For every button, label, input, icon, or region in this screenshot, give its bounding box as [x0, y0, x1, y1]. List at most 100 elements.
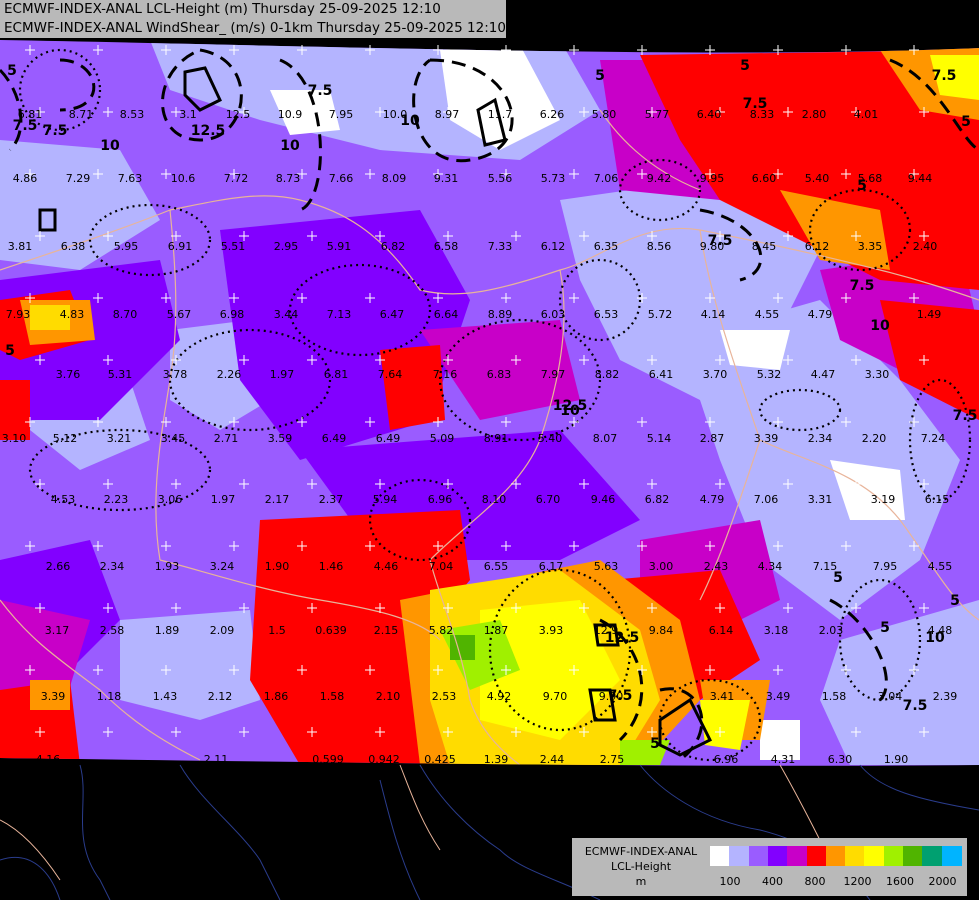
legend-tick-label: 1200 [843, 875, 872, 888]
station-value: 7.95 [873, 560, 898, 573]
station-value: 1.97 [270, 368, 295, 381]
station-value: 8.09 [382, 172, 407, 185]
station-value: 1.97 [211, 493, 236, 506]
legend-swatch [864, 846, 885, 866]
station-value: 12.9 [594, 624, 619, 637]
station-value: 0.599 [312, 753, 344, 766]
station-value: 9.84 [649, 624, 674, 637]
station-value: 4.31 [771, 753, 796, 766]
legend-tick-label: 100 [719, 875, 741, 888]
station-value: 6.40 [697, 108, 722, 121]
station-value: 2.95 [274, 240, 299, 253]
station-value: 3.00 [649, 560, 674, 573]
station-value: 6.15 [925, 493, 950, 506]
legend-line-2: LCL-Height [610, 860, 672, 873]
station-value: 7.15 [813, 560, 838, 573]
legend-swatch [710, 846, 730, 866]
station-value: 5.09 [430, 432, 455, 445]
station-value: 6.96 [714, 753, 739, 766]
station-value: 7.97 [541, 368, 566, 381]
contour-label: 10 [100, 138, 120, 154]
station-value: 4.16 [36, 753, 61, 766]
station-value: 1.39 [484, 753, 509, 766]
station-value: 5.82 [429, 624, 454, 637]
legend-swatch [787, 846, 808, 866]
station-value: 5.68 [858, 172, 883, 185]
station-value: 6.47 [380, 308, 405, 321]
station-value: 8.33 [750, 108, 775, 121]
station-value: 6.49 [376, 432, 401, 445]
legend-swatch [767, 846, 788, 866]
map-header: ECMWF-INDEX-ANAL LCL-Height (m) Thursday… [0, 0, 506, 38]
station-value: 5.80 [592, 108, 617, 121]
station-value: 3.21 [107, 432, 132, 445]
station-value: 1.89 [155, 624, 180, 637]
station-value: 6.55 [484, 560, 509, 573]
station-value: 3.10 [2, 432, 27, 445]
station-value: 2.43 [704, 560, 729, 573]
station-value: 2.09 [210, 624, 235, 637]
contour-label: 10 [870, 318, 890, 334]
station-value: 2.80 [802, 108, 827, 121]
station-value: 6.17 [539, 560, 564, 573]
weather-map[interactable]: 7.5 7.5 12.510107.55 57.557.5557.51057.5510… [0, 0, 979, 900]
station-value: 9.42 [647, 172, 672, 185]
station-value: 8.45 [752, 240, 777, 253]
station-value: 3.04 [878, 690, 903, 703]
station-value: 1.90 [884, 753, 909, 766]
legend-line-3: m [635, 875, 647, 888]
legend-swatch [883, 846, 904, 866]
station-value: 4.79 [700, 493, 725, 506]
station-value: 10.0 [383, 108, 408, 121]
station-value: 3.17 [45, 624, 70, 637]
station-value: 3.81 [8, 240, 33, 253]
station-value: 8.97 [435, 108, 460, 121]
station-value: 6.30 [828, 753, 853, 766]
station-value: 5.73 [541, 172, 566, 185]
station-value: 7.06 [754, 493, 779, 506]
station-value: 2.11 [204, 753, 229, 766]
contour-label: 10 [280, 138, 300, 154]
contour-label: 5 [5, 343, 15, 359]
station-value: 8.89 [488, 308, 513, 321]
station-value: 0.639 [315, 624, 347, 637]
station-value: 8.73 [276, 172, 301, 185]
station-value: 6.35 [594, 240, 619, 253]
station-value: 4.92 [487, 690, 512, 703]
station-value: 4.53 [51, 493, 76, 506]
station-value: 6.58 [434, 240, 459, 253]
station-value: 2.20 [862, 432, 887, 445]
station-value: 3.41 [710, 690, 735, 703]
station-value: 6.64 [434, 308, 459, 321]
contour-label: 5 [740, 58, 750, 74]
legend-swatch [845, 846, 866, 866]
station-value: 2.23 [104, 493, 129, 506]
contour-label: 12.5 [191, 123, 226, 139]
station-value: 6.41 [649, 368, 674, 381]
station-value: 6.82 [381, 240, 406, 253]
station-value: 6.82 [645, 493, 670, 506]
station-value: 6.60 [752, 172, 777, 185]
station-value: 2.15 [374, 624, 399, 637]
station-value: 5.56 [488, 172, 513, 185]
legend-swatch [922, 846, 943, 866]
station-value: 3.1 [179, 108, 197, 121]
legend-title: ECMWF-INDEX-ANAL LCL-Height m [572, 844, 710, 889]
station-value: 8.53 [120, 108, 145, 121]
station-value: 1.43 [153, 690, 178, 703]
station-value: 5.51 [221, 240, 246, 253]
contour-label: 12.5 [553, 398, 588, 414]
station-value: 6.49 [322, 432, 347, 445]
legend-tick-label: 1600 [886, 875, 914, 888]
station-value: 2.37 [319, 493, 344, 506]
station-value: 3.24 [210, 560, 235, 573]
station-value: 3.06 [158, 493, 183, 506]
station-value: 2.39 [933, 690, 958, 703]
station-value: 6.81 [18, 108, 43, 121]
station-value: 3.18 [764, 624, 789, 637]
station-value: 11.7 [488, 108, 513, 121]
station-value: 7.13 [327, 308, 352, 321]
station-value: 5.14 [647, 432, 672, 445]
station-value: 2.26 [217, 368, 242, 381]
station-value: 2.10 [376, 690, 401, 703]
